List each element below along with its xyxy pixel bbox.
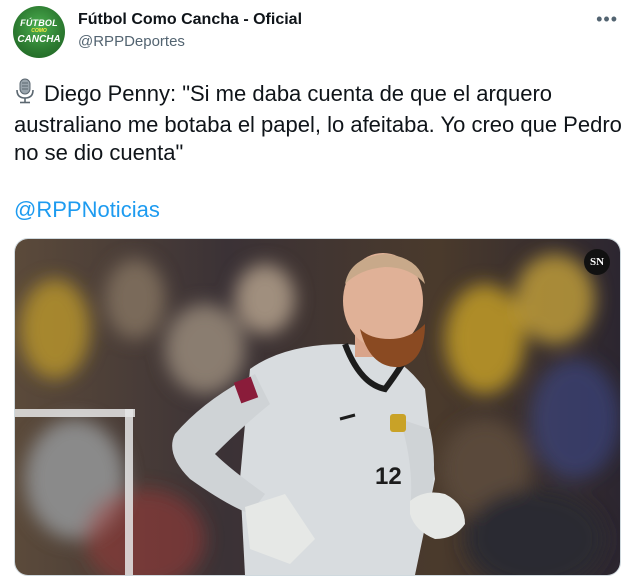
avatar[interactable]: FÚTBOL COMO CANCHA <box>13 6 65 58</box>
more-options-icon[interactable]: ••• <box>596 9 618 30</box>
tweet-text: Diego Penny: "Si me daba cuenta de que e… <box>14 78 624 167</box>
account-handle[interactable]: @RPPDeportes <box>78 33 185 50</box>
sn-watermark: SN <box>584 249 610 275</box>
mention-link[interactable]: @RPPNoticias <box>14 197 160 223</box>
tweet-card: FÚTBOL COMO CANCHA Fútbol Como Cancha - … <box>0 0 640 581</box>
tweet-photo[interactable]: 12 SN <box>14 238 621 576</box>
avatar-text-line1: FÚTBOL <box>20 18 58 28</box>
jersey-number: 12 <box>375 463 402 490</box>
avatar-text-line3: CANCHA <box>17 34 61 45</box>
microphone-icon <box>14 78 36 111</box>
account-name[interactable]: Fútbol Como Cancha - Oficial <box>78 11 302 29</box>
goalkeeper-photo: 12 <box>15 239 620 575</box>
tweet-text-content: Diego Penny: "Si me daba cuenta de que e… <box>14 81 622 165</box>
